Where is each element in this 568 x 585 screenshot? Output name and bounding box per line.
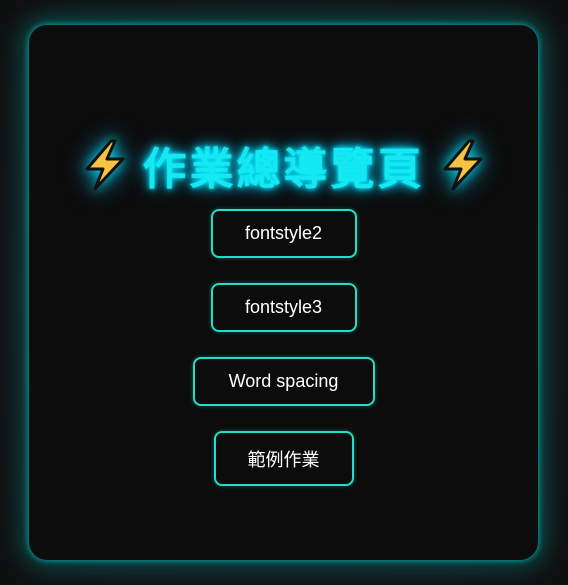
link-button-example-assignment[interactable]: 範例作業 (213, 431, 354, 486)
link-button-word-spacing[interactable]: Word spacing (192, 357, 375, 406)
link-button-fontstyle2[interactable]: fontstyle2 (210, 209, 357, 258)
link-button-fontstyle3[interactable]: fontstyle3 (210, 283, 357, 332)
nav-card: 作業總導覽頁 fontstyle2 fontstyle3 Word spacin… (29, 25, 538, 560)
link-list: fontstyle2 fontstyle3 Word spacing 範例作業 (29, 25, 538, 560)
page: 作業總導覽頁 fontstyle2 fontstyle3 Word spacin… (0, 0, 568, 585)
